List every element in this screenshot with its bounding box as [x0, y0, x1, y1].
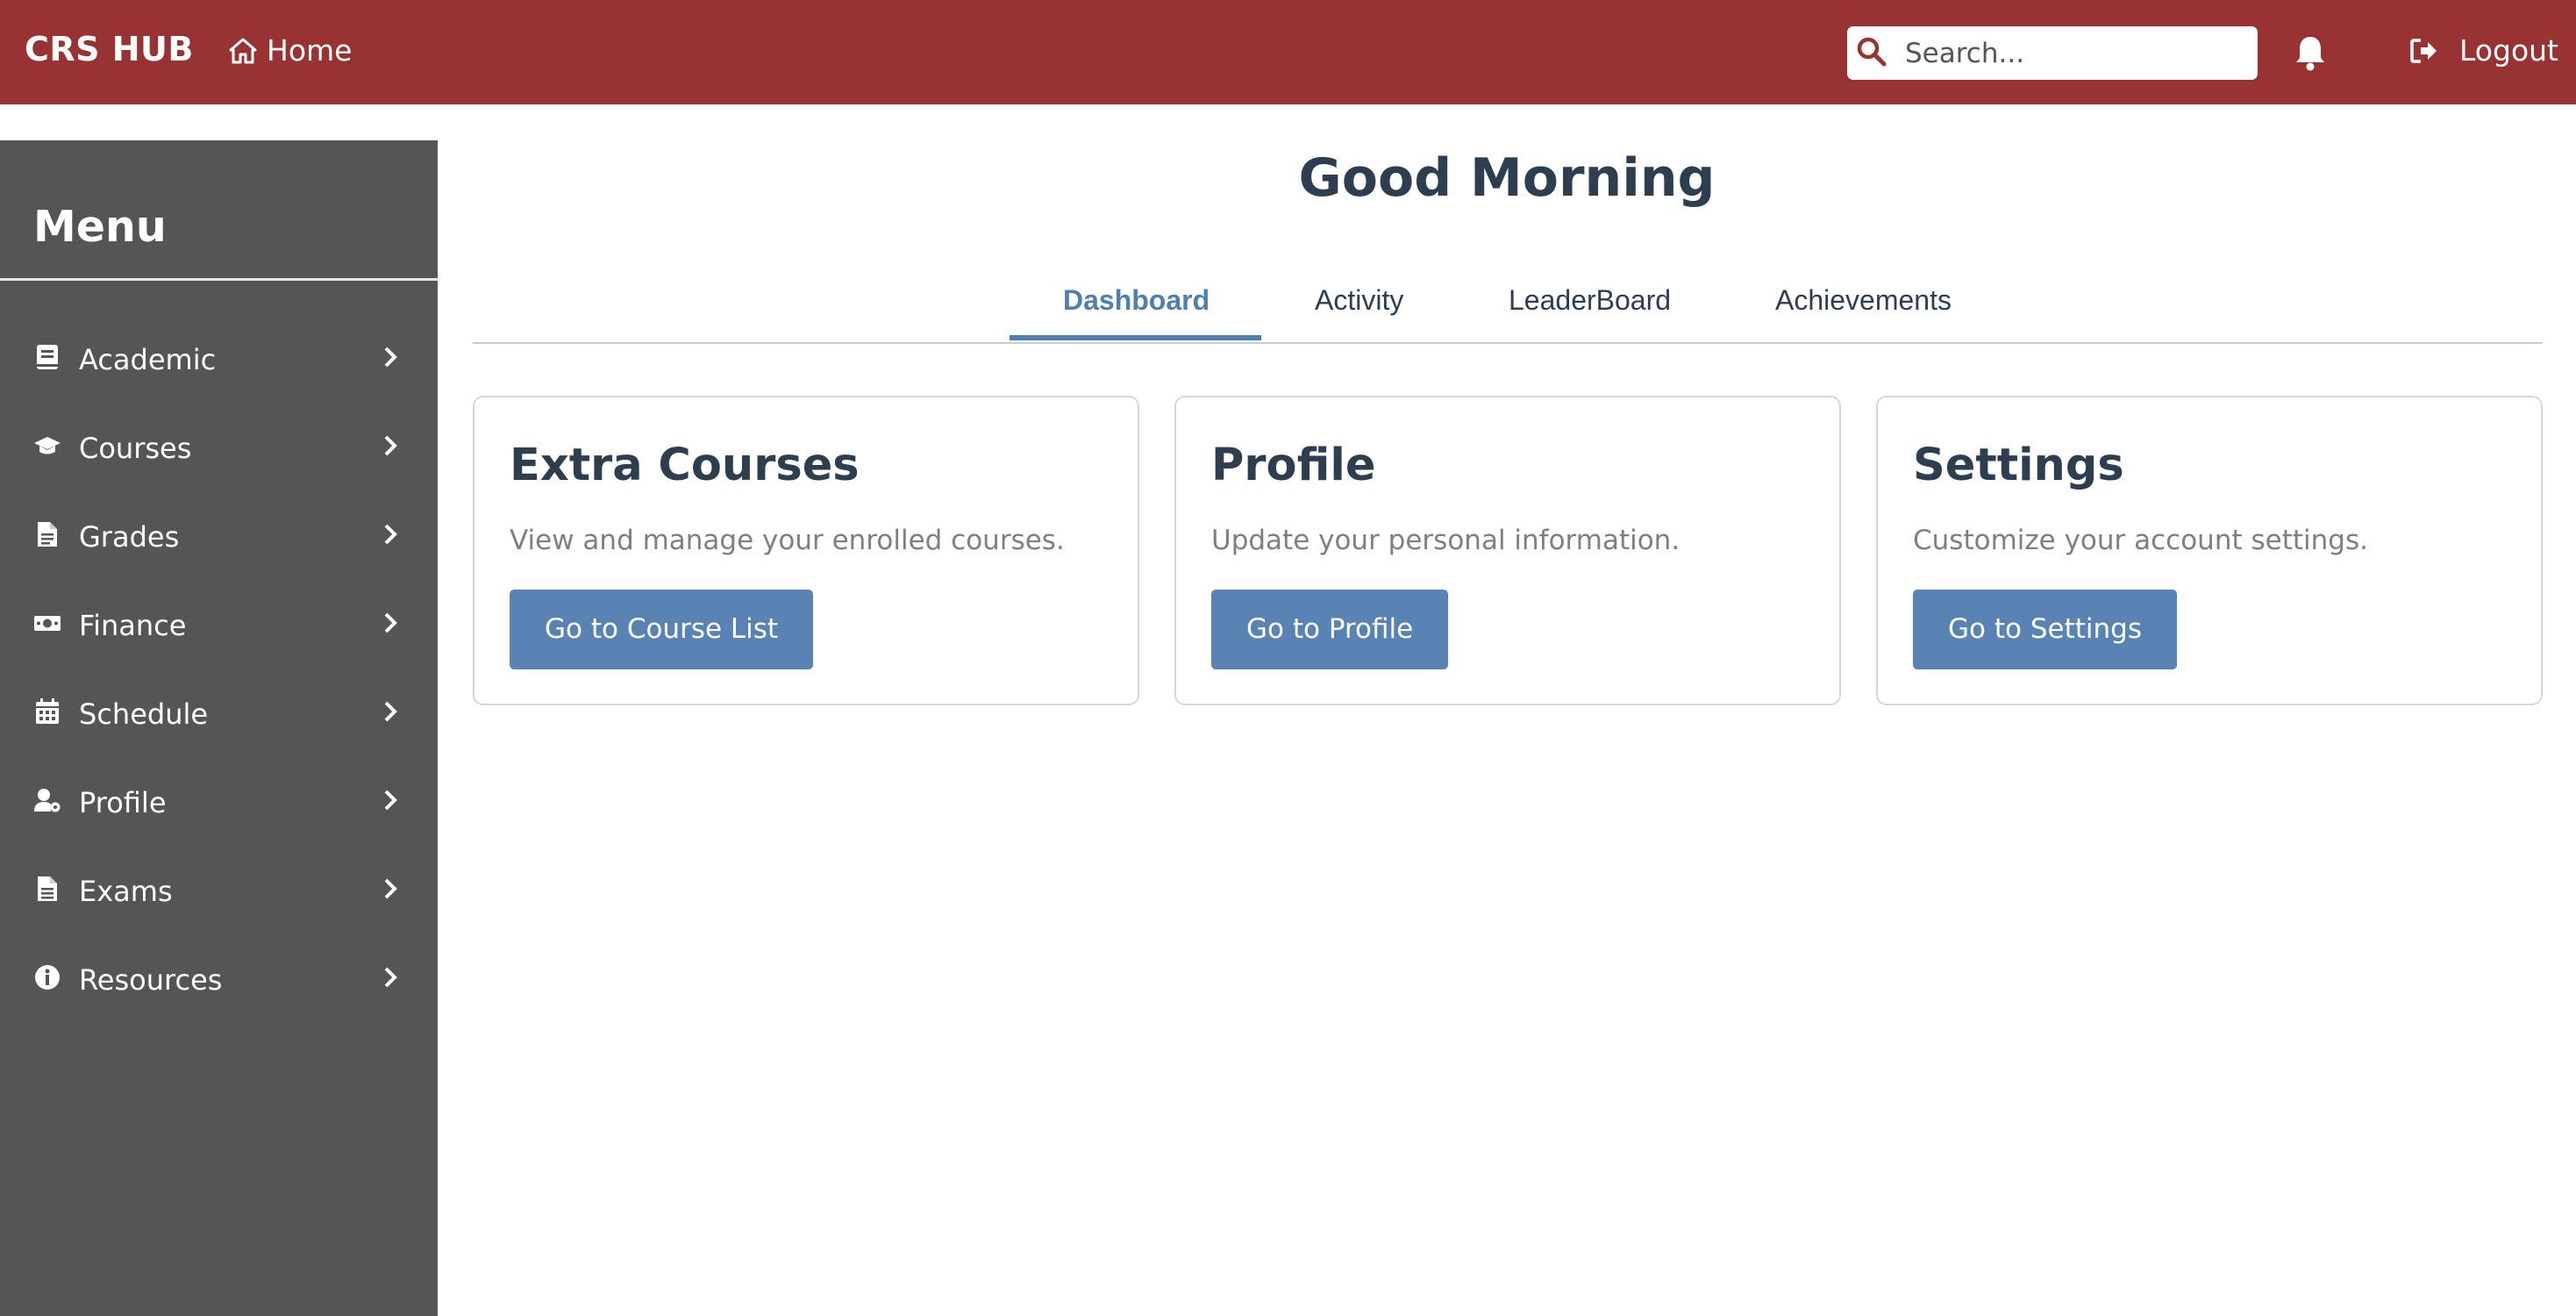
sidebar-item-label: Profile	[79, 786, 167, 819]
user-settings-icon	[34, 789, 61, 812]
top-navbar: CRS HUB Home Logout	[0, 0, 2576, 104]
go-to-profile-button[interactable]: Go to Profile	[1211, 590, 1449, 669]
chevron-right-icon	[384, 347, 397, 368]
chevron-right-icon	[384, 967, 397, 988]
search-input[interactable]	[1905, 33, 2247, 73]
sidebar: Menu Academic Courses Grades Finance Sch…	[0, 140, 438, 1316]
card-extra-courses: Extra Courses View and manage your enrol…	[473, 396, 1139, 705]
home-icon	[229, 38, 257, 63]
sidebar-item-label: Resources	[79, 963, 223, 997]
card-settings: Settings Customize your account settings…	[1876, 396, 2543, 705]
home-link-label: Home	[267, 33, 353, 68]
card-description: View and manage your enrolled courses.	[510, 525, 1065, 556]
sidebar-item-label: Finance	[79, 609, 187, 642]
chevron-right-icon	[384, 524, 397, 545]
tab-activity[interactable]: Activity	[1315, 284, 1403, 317]
tab-bar: Dashboard Activity LeaderBoard Achieveme…	[473, 272, 2543, 344]
chevron-right-icon	[384, 790, 397, 811]
sidebar-item-profile[interactable]: Profile	[0, 774, 438, 835]
search-icon	[1857, 37, 1887, 67]
sidebar-item-finance[interactable]: Finance	[0, 597, 438, 658]
logout-icon	[2410, 38, 2437, 63]
chevron-right-icon	[384, 878, 397, 899]
card-title: Settings	[1913, 440, 2124, 491]
search-box[interactable]	[1847, 26, 2258, 80]
sidebar-item-label: Courses	[79, 432, 192, 465]
sidebar-item-academic[interactable]: Academic	[0, 331, 438, 392]
sidebar-divider	[0, 278, 438, 281]
sidebar-item-label: Exams	[79, 875, 173, 908]
card-profile: Profile Update your personal information…	[1174, 396, 1841, 705]
card-description: Update your personal information.	[1211, 525, 1680, 556]
tab-leaderboard[interactable]: LeaderBoard	[1509, 284, 1671, 317]
file-icon	[38, 876, 57, 901]
sidebar-item-label: Grades	[79, 520, 180, 554]
chevron-right-icon	[384, 435, 397, 456]
sidebar-title: Menu	[33, 202, 167, 252]
sidebar-item-label: Academic	[79, 343, 217, 376]
page-title: Good Morning	[1298, 147, 1716, 209]
money-icon	[34, 616, 61, 631]
logout-label: Logout	[2459, 33, 2558, 68]
tab-achievements[interactable]: Achievements	[1775, 284, 1952, 317]
sidebar-item-resources[interactable]: Resources	[0, 951, 438, 1012]
home-link[interactable]: Home	[228, 33, 352, 68]
card-title: Profile	[1211, 440, 1376, 491]
brand-logo[interactable]: CRS HUB	[25, 30, 194, 68]
info-icon	[35, 965, 60, 990]
sidebar-item-schedule[interactable]: Schedule	[0, 685, 438, 747]
chevron-right-icon	[384, 612, 397, 633]
sidebar-item-courses[interactable]: Courses	[0, 419, 438, 481]
sidebar-item-label: Schedule	[79, 697, 209, 731]
bell-icon[interactable]	[2293, 33, 2328, 72]
go-to-course-list-button[interactable]: Go to Course List	[510, 590, 814, 669]
book-icon	[37, 345, 58, 369]
card-description: Customize your account settings.	[1913, 525, 2368, 556]
go-to-settings-button[interactable]: Go to Settings	[1913, 590, 2177, 669]
card-title: Extra Courses	[510, 440, 860, 491]
active-tab-indicator	[1010, 335, 1261, 340]
tab-dashboard[interactable]: Dashboard	[1063, 284, 1210, 317]
logout-button[interactable]: Logout	[2410, 33, 2558, 68]
calendar-icon	[36, 698, 59, 724]
sidebar-item-exams[interactable]: Exams	[0, 862, 438, 924]
document-icon	[38, 522, 57, 547]
chevron-right-icon	[384, 701, 397, 722]
sidebar-item-grades[interactable]: Grades	[0, 508, 438, 569]
graduation-cap-icon	[34, 437, 61, 454]
